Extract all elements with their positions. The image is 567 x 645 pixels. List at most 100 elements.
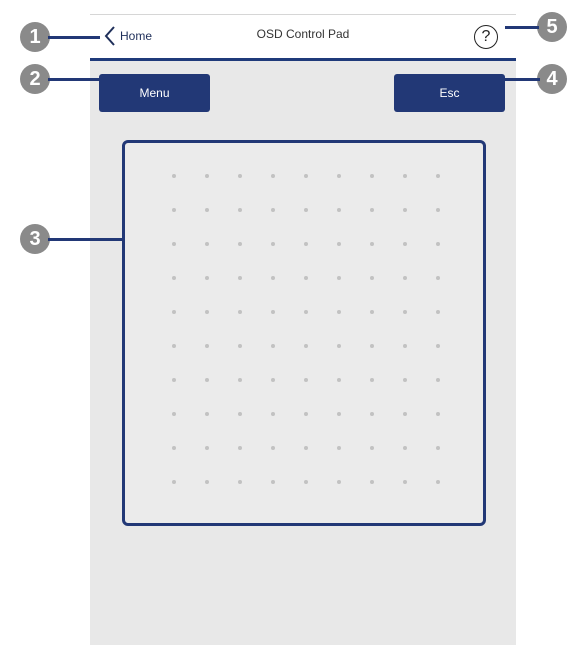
pad-grid-dot [271, 310, 275, 314]
pad-grid-dot [436, 344, 440, 348]
pad-grid-dot [370, 344, 374, 348]
pad-grid-dot [238, 242, 242, 246]
pad-grid-dot [337, 412, 341, 416]
pad-grid-dot [172, 480, 176, 484]
pad-grid-dot [304, 208, 308, 212]
pad-grid-dot [370, 378, 374, 382]
pad-grid-dot [238, 310, 242, 314]
pad-grid-dot [238, 446, 242, 450]
pad-grid-dot [436, 480, 440, 484]
pad-grid-dot [436, 412, 440, 416]
pad-grid-dot [403, 412, 407, 416]
pad-grid-dot [238, 344, 242, 348]
pad-grid-dot [172, 344, 176, 348]
pad-grid-dot [271, 378, 275, 382]
pad-grid-dot [436, 242, 440, 246]
pad-grid-dot [337, 276, 341, 280]
callout-2-leader [48, 78, 100, 81]
pad-grid-dot [337, 242, 341, 246]
pad-grid-dot [370, 310, 374, 314]
pad-grid-dot [271, 446, 275, 450]
pad-grid-dot [172, 242, 176, 246]
question-circle-icon: ? [481, 28, 491, 45]
pad-grid-dot [337, 378, 341, 382]
pad-grid-dot [304, 344, 308, 348]
menu-button[interactable]: Menu [99, 74, 210, 112]
pad-grid-dot [403, 276, 407, 280]
pad-grid-dot [436, 208, 440, 212]
pad-grid-dot [304, 310, 308, 314]
pad-grid-dot [238, 276, 242, 280]
pad-grid-dot [172, 378, 176, 382]
pad-grid-dot [337, 446, 341, 450]
pad-grid-dot [205, 208, 209, 212]
pad-grid-dot [205, 310, 209, 314]
pad-grid-dot [403, 174, 407, 178]
pad-grid-dot [370, 480, 374, 484]
pad-grid-dot [271, 242, 275, 246]
pad-grid-dot [370, 446, 374, 450]
pad-grid-dot [436, 446, 440, 450]
pad-grid-dot [403, 344, 407, 348]
pad-grid-dot [172, 412, 176, 416]
pad-grid-dot [403, 446, 407, 450]
pad-grid-dot [337, 480, 341, 484]
app-screen: Home OSD Control Pad ? Menu Esc [90, 14, 516, 645]
navigation-bar: Home OSD Control Pad ? [90, 14, 516, 61]
pad-grid-dot [172, 276, 176, 280]
help-button[interactable]: ? [474, 25, 498, 49]
callout-4: 4 [537, 64, 567, 94]
navbar-top-divider [90, 14, 516, 15]
pad-grid-dot [271, 480, 275, 484]
pad-grid-dot [205, 446, 209, 450]
pad-grid-dot [403, 378, 407, 382]
pad-grid-dot [238, 480, 242, 484]
callout-5: 5 [537, 12, 567, 42]
pad-grid-dot [271, 412, 275, 416]
pad-grid-dot [403, 242, 407, 246]
pad-grid-dot [403, 208, 407, 212]
navbar-accent-line [90, 58, 516, 61]
pad-grid-dot [304, 174, 308, 178]
pad-grid-dot [271, 208, 275, 212]
pad-grid-dot [337, 208, 341, 212]
pad-grid-dot [304, 412, 308, 416]
pad-grid-dot [370, 276, 374, 280]
pad-grid-dot [238, 412, 242, 416]
callout-3-leader [48, 238, 124, 241]
pad-grid-dot [271, 174, 275, 178]
pad-grid-dot [205, 480, 209, 484]
pad-grid-dot [403, 310, 407, 314]
touch-control-pad[interactable] [122, 140, 486, 526]
pad-grid-dot [172, 446, 176, 450]
callout-1: 1 [20, 22, 50, 52]
pad-grid-dot [436, 174, 440, 178]
pad-grid-dot [172, 310, 176, 314]
callout-5-leader [505, 26, 539, 29]
pad-grid-dot [370, 242, 374, 246]
callout-3: 3 [20, 224, 50, 254]
pad-grid-dot [238, 174, 242, 178]
pad-grid-dot [370, 174, 374, 178]
pad-grid-dot [205, 344, 209, 348]
pad-grid-dot [304, 480, 308, 484]
pad-grid-dot [337, 310, 341, 314]
callout-2: 2 [20, 64, 50, 94]
callout-4-leader [490, 78, 540, 81]
pad-grid-dot [337, 174, 341, 178]
pad-grid-dot [271, 344, 275, 348]
pad-grid-dot [304, 276, 308, 280]
pad-grid-dot [370, 208, 374, 212]
pad-grid-dot [403, 480, 407, 484]
pad-grid-dot [172, 208, 176, 212]
esc-button[interactable]: Esc [394, 74, 505, 112]
pad-grid-dot [205, 412, 209, 416]
pad-grid-dot [271, 276, 275, 280]
pad-grid-dot [304, 242, 308, 246]
pad-grid-dot [238, 208, 242, 212]
pad-grid-dot [436, 276, 440, 280]
pad-grid-dot [337, 344, 341, 348]
pad-grid-dot [205, 174, 209, 178]
pad-grid-dot [436, 378, 440, 382]
pad-grid-dot [205, 378, 209, 382]
